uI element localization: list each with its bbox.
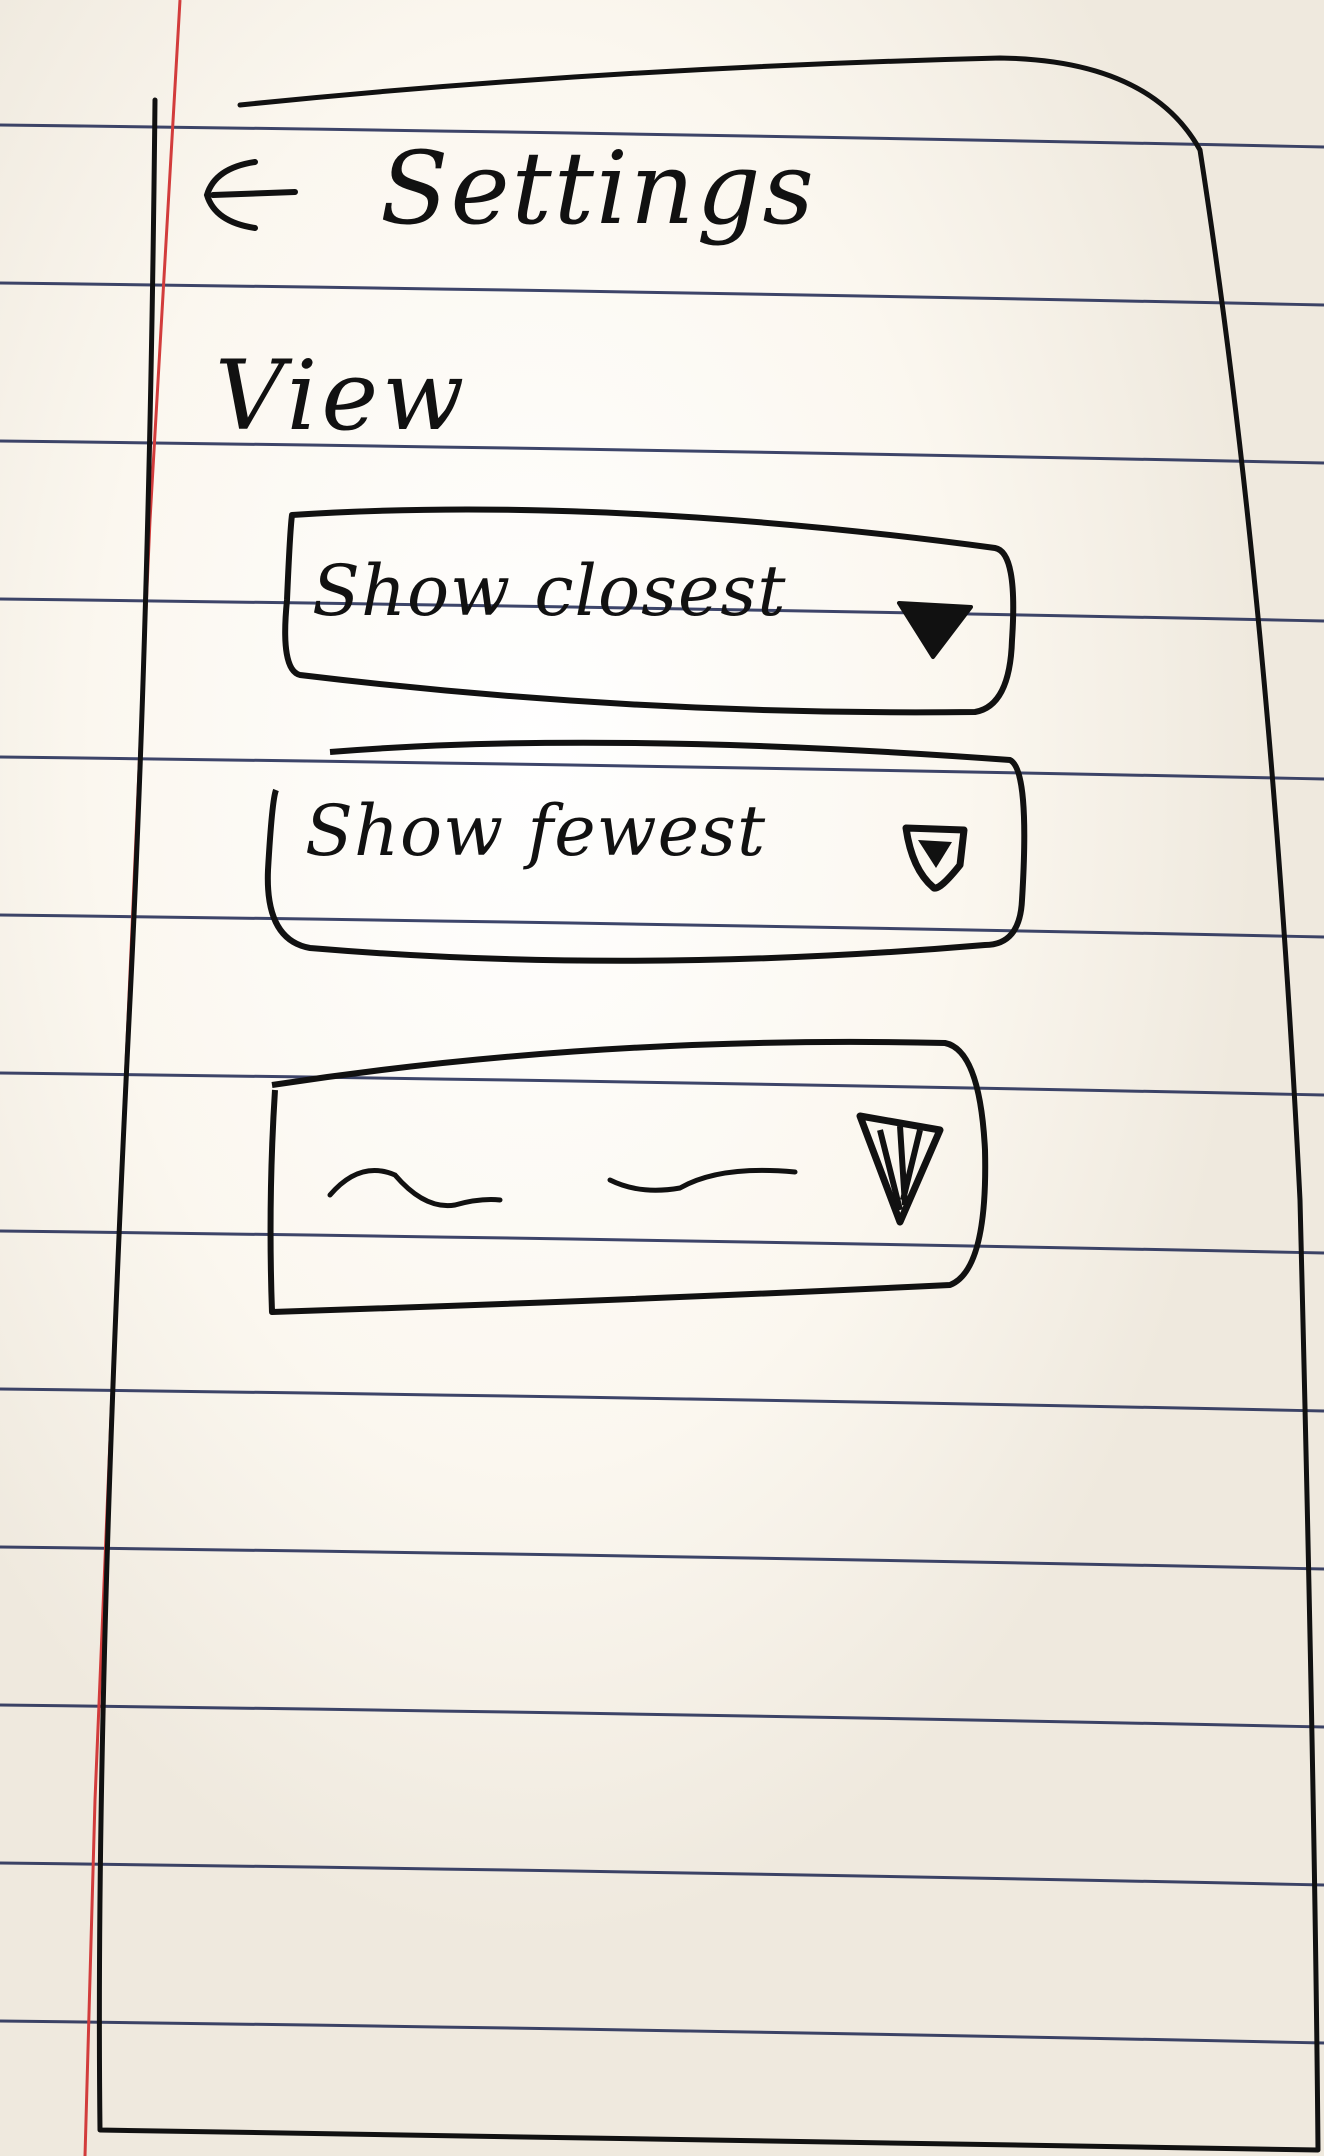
section-title: View (215, 340, 469, 452)
back-button[interactable] (195, 150, 305, 240)
back-arrow-icon (203, 159, 298, 231)
page-title: Settings (380, 130, 816, 247)
dropdown-1-value: Show closest (312, 550, 787, 632)
dropdown-2-value: Show fewest (305, 790, 767, 872)
dropdown-2-triangle-icon (902, 824, 968, 892)
dropdown-3-triangle-icon (856, 1112, 944, 1226)
dropdown-1-triangle-icon (897, 601, 973, 659)
